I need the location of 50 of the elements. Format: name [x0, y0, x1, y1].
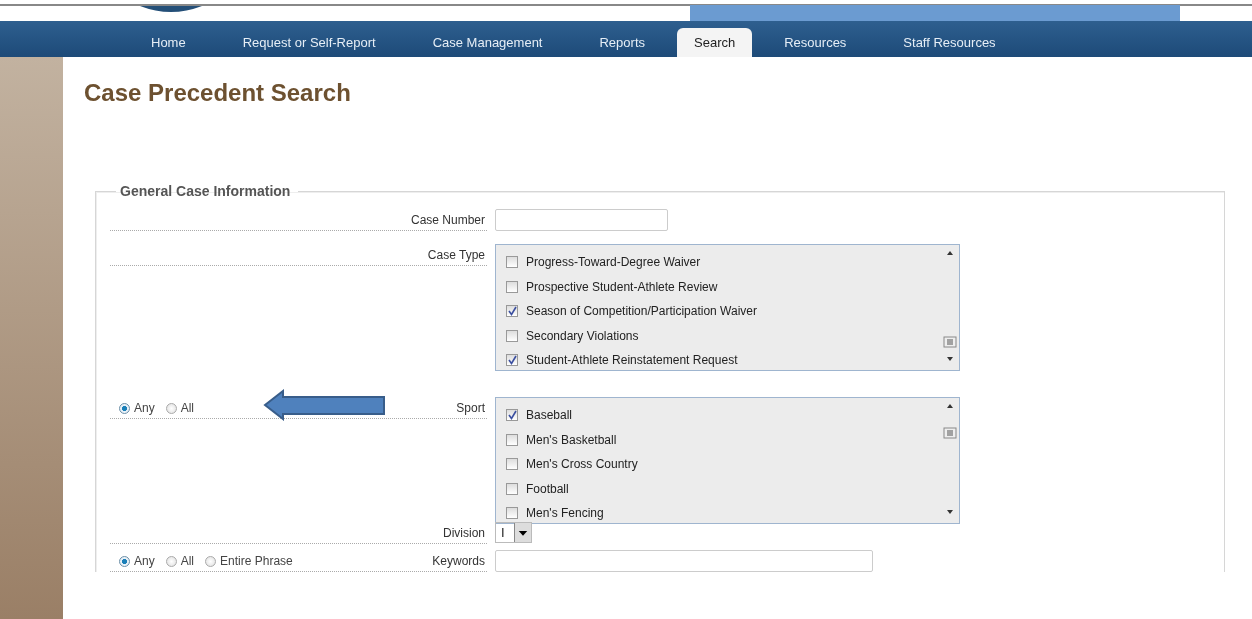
- checkbox[interactable]: [506, 256, 518, 269]
- nav-tab[interactable]: Case Management: [407, 28, 568, 57]
- option-label: Progress-Toward-Degree Waiver: [526, 255, 701, 270]
- field-label: Case Type: [427, 248, 485, 262]
- section-legend: General Case Information: [116, 183, 299, 199]
- checkbox[interactable]: [506, 482, 518, 495]
- checkbox[interactable]: [506, 305, 518, 318]
- option-label: Men's Basketball: [526, 432, 617, 447]
- option-label: Season of Competition/Participation Waiver: [526, 304, 757, 319]
- radio-button[interactable]: [119, 402, 130, 414]
- radio-label: All: [180, 554, 195, 568]
- nav-tab[interactable]: Search: [677, 28, 753, 57]
- checkbox[interactable]: [506, 507, 518, 520]
- nav-tab[interactable]: Home: [126, 28, 211, 57]
- field-label: Keywords: [432, 554, 485, 568]
- option-label: Baseball: [526, 408, 573, 423]
- checkbox[interactable]: [506, 329, 518, 342]
- text-field[interactable]: [495, 550, 873, 572]
- nav-tab[interactable]: Resources: [759, 28, 872, 57]
- checkbox[interactable]: [506, 409, 518, 422]
- page-title: Case Precedent Search: [84, 79, 352, 107]
- option-label: Men's Cross Country: [526, 457, 638, 472]
- checkbox[interactable]: [506, 280, 518, 293]
- radio-button[interactable]: [119, 555, 130, 567]
- radio-label: All: [180, 401, 195, 415]
- logo-icon: [140, 6, 202, 12]
- radio-button[interactable]: [165, 555, 177, 567]
- option-label: Men's Fencing: [526, 506, 604, 521]
- option-label: Secondary Violations: [526, 328, 639, 343]
- radio-label: Entire Phrase: [220, 554, 293, 568]
- checkbox[interactable]: [506, 354, 518, 367]
- radio-button[interactable]: [205, 555, 217, 567]
- field-label: Sport: [456, 401, 485, 415]
- option-label: Prospective Student-Athlete Review: [526, 279, 718, 294]
- checklist-box[interactable]: Progress-Toward-Degree Waiver Prospective Student-Athlete Review Season of Competition/Participation Waiver Secondary Violations Student-Athlete Reinstatement Request: [495, 244, 960, 371]
- radio-label: Any: [134, 401, 155, 415]
- radio-label: Any: [134, 554, 155, 568]
- nav-tab[interactable]: Reports: [574, 28, 670, 57]
- option-label: Student-Athlete Reinstatement Request: [526, 353, 738, 368]
- field-label: Division: [443, 526, 485, 540]
- nav-tab[interactable]: Staff Resources: [878, 28, 1021, 57]
- checkbox[interactable]: [506, 433, 518, 446]
- field-label: Case Number: [410, 213, 485, 227]
- nav-tab[interactable]: Request or Self-Report: [217, 28, 401, 57]
- text-field[interactable]: [495, 209, 668, 231]
- radio-button[interactable]: [165, 402, 177, 414]
- option-label: Football: [526, 481, 569, 496]
- checkbox[interactable]: [506, 458, 518, 471]
- division-dropdown[interactable]: I: [495, 522, 532, 543]
- checklist-box[interactable]: Baseball Men's Basketball Men's Cross Country Football Men's Fencing: [495, 397, 960, 524]
